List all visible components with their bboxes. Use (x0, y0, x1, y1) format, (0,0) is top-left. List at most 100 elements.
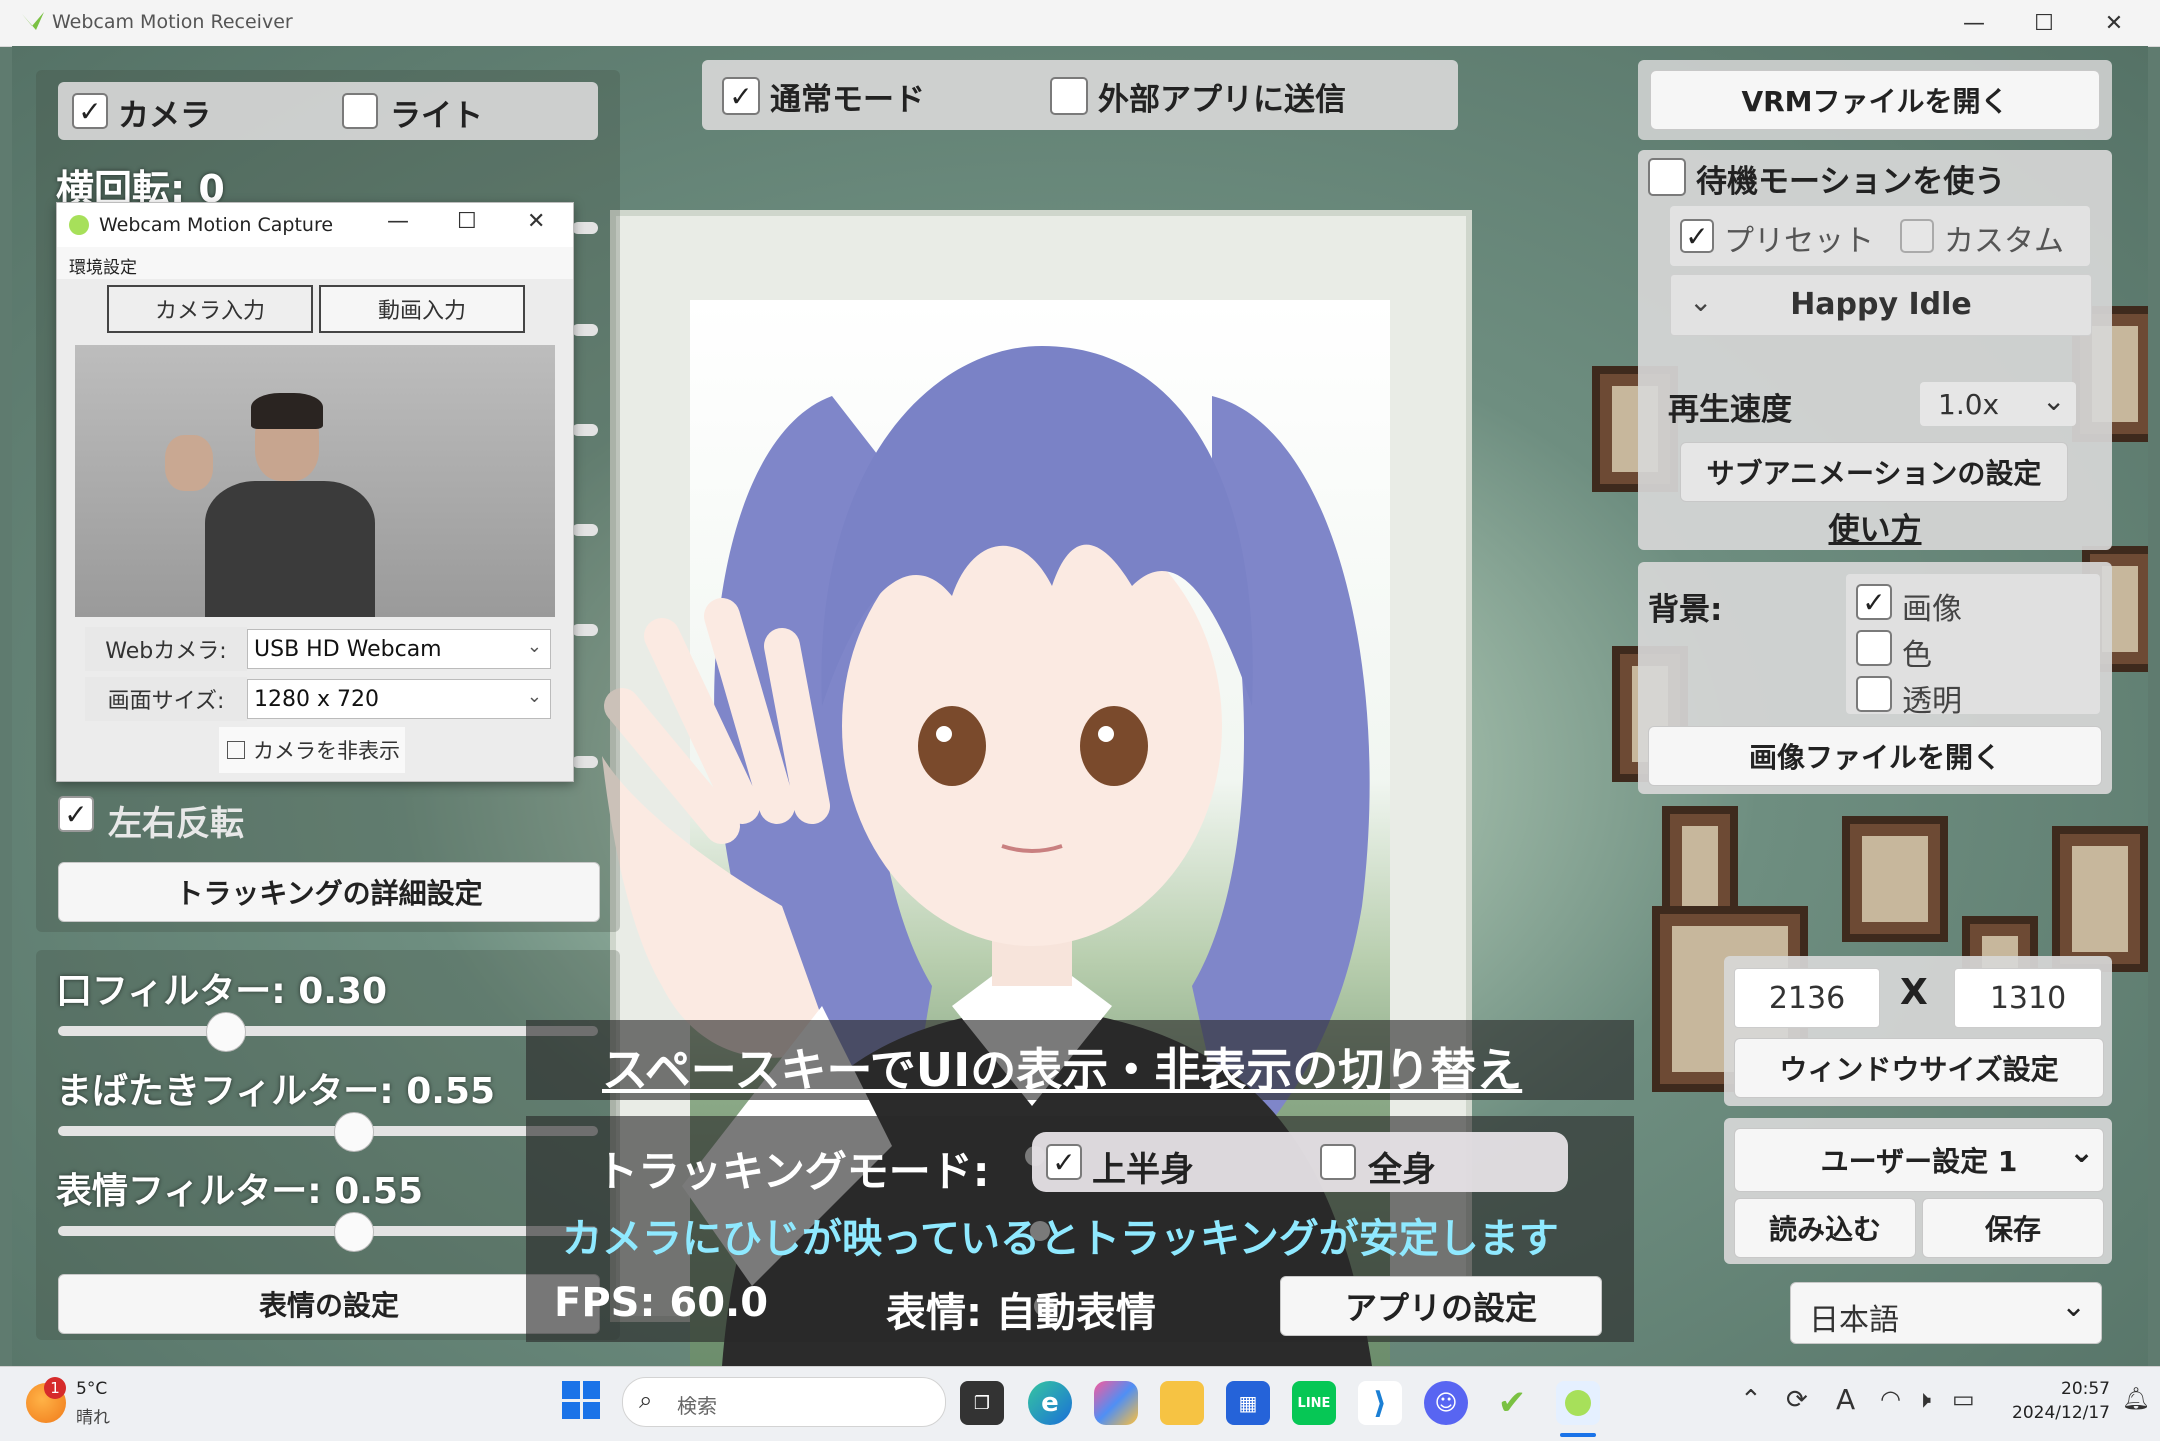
full-body-checkbox[interactable] (1320, 1144, 1356, 1180)
title-bar: Webcam Motion Receiver — ☐ ✕ (0, 0, 2160, 47)
chevron-down-icon: ⌄ (2069, 1135, 2095, 1170)
light-label: ライト (390, 98, 483, 134)
clock-date[interactable]: 2024/12/17 (2000, 1403, 2110, 1423)
clock-time[interactable]: 20:57 (2010, 1379, 2110, 1399)
mouth-filter-knob[interactable] (206, 1012, 246, 1052)
screen-size-select[interactable]: 1280 x 720 ⌄ (247, 679, 551, 719)
capture-minimize-button[interactable]: — (387, 209, 409, 234)
tracking-overlay: トラッキングモード: ✓ 上半身 全身 カメラにひじが映っているとトラッキングが… (526, 1116, 1634, 1342)
webcam-capture-window: Webcam Motion Capture — ☐ ✕ 環境設定 カメラ入力 動… (56, 202, 574, 782)
mouth-filter-slider[interactable] (58, 1026, 598, 1036)
task-view-icon[interactable]: ❐ (960, 1381, 1004, 1425)
motion-select[interactable]: ⌄ Happy Idle (1670, 274, 2092, 336)
hide-camera-checkbox[interactable] (227, 741, 245, 759)
store-icon[interactable]: ▦ (1226, 1381, 1270, 1425)
bg-image-checkbox[interactable]: ✓ (1856, 584, 1892, 620)
webcam-motion-capture-icon[interactable] (1556, 1381, 1600, 1425)
camera-checkbox[interactable]: ✓ (72, 93, 108, 129)
capture-maximize-button[interactable]: ☐ (457, 209, 477, 234)
idle-motion-label: 待機モーションを使う (1696, 164, 2006, 200)
capture-titlebar: Webcam Motion Capture — ☐ ✕ (57, 203, 573, 247)
idle-motion-panel: 待機モーションを使う ✓ プリセット カスタム ⌄ Happy Idle 再生速… (1638, 150, 2112, 550)
webcam-select[interactable]: USB HD Webcam ⌄ (247, 629, 551, 669)
chevron-up-icon[interactable]: ⌃ (1740, 1385, 1762, 1415)
mode-panel: ✓ 通常モード 外部アプリに送信 (702, 60, 1458, 130)
camera-label: カメラ (118, 98, 211, 134)
send-external-label: 外部アプリに送信 (1098, 82, 1346, 118)
window-title: Webcam Motion Receiver (52, 11, 293, 33)
hide-camera-option[interactable]: カメラを非表示 (219, 727, 405, 773)
blink-filter-label: まばたきフィルター: 0.55 (56, 1071, 496, 1112)
vscode-icon[interactable]: ⟩ (1358, 1381, 1402, 1425)
open-vrm-button[interactable]: VRMファイルを開く (1650, 70, 2100, 130)
custom-checkbox[interactable] (1900, 219, 1934, 253)
width-input[interactable]: 2136 (1734, 968, 1880, 1028)
blink-filter-knob[interactable] (334, 1112, 374, 1152)
sync-icon[interactable]: ⟳ (1786, 1385, 1808, 1415)
windows-start-icon[interactable] (562, 1381, 600, 1419)
preset-label: プリセット (1724, 224, 1874, 259)
discord-icon[interactable]: ☺ (1424, 1381, 1468, 1425)
wall-picture (1842, 816, 1948, 942)
tab-video-input[interactable]: 動画入力 (319, 285, 525, 333)
mirror-checkbox[interactable]: ✓ (58, 796, 94, 832)
preset-custom-row: ✓ プリセット カスタム (1670, 206, 2090, 266)
language-value: 日本語 (1809, 1303, 1899, 1338)
close-button[interactable]: ✕ (2080, 0, 2148, 46)
capture-close-button[interactable]: ✕ (527, 209, 545, 234)
idle-motion-checkbox[interactable] (1648, 158, 1686, 196)
webcam-motion-receiver-icon[interactable]: ✔ (1490, 1381, 1534, 1425)
bg-color-checkbox[interactable] (1856, 630, 1892, 666)
fps-label: FPS: 60.0 (554, 1280, 769, 1326)
window-size-button[interactable]: ウィンドウサイズ設定 (1734, 1038, 2104, 1098)
edge-browser-icon[interactable]: e (1028, 1381, 1072, 1425)
slider-stub (572, 624, 598, 636)
copilot-icon[interactable] (1094, 1381, 1138, 1425)
file-explorer-icon[interactable] (1160, 1381, 1204, 1425)
save-button[interactable]: 保存 (1922, 1198, 2104, 1258)
normal-mode-checkbox[interactable]: ✓ (722, 77, 760, 115)
speed-select[interactable]: 1.0x ⌄ (1920, 382, 2076, 426)
background-options: ✓ 画像 色 透明 (1846, 574, 2100, 719)
blink-filter-slider[interactable] (58, 1126, 598, 1136)
maximize-button[interactable]: ☐ (2010, 0, 2078, 46)
user-settings-panel: ユーザー設定 1 ⌄ 読み込む 保存 (1724, 1118, 2112, 1264)
user-setting-value: ユーザー設定 1 (1820, 1145, 2018, 1178)
height-input[interactable]: 1310 (1954, 968, 2102, 1028)
light-checkbox[interactable] (342, 93, 378, 129)
expression-filter-knob[interactable] (334, 1212, 374, 1252)
ime-indicator[interactable]: A (1836, 1383, 1855, 1416)
load-button[interactable]: 読み込む (1734, 1198, 1916, 1258)
send-external-checkbox[interactable] (1050, 77, 1088, 115)
tracking-mode-label: トラッキングモード: (596, 1147, 990, 1196)
tracking-detail-button[interactable]: トラッキングの詳細設定 (58, 862, 600, 922)
expression-settings-button[interactable]: 表情の設定 (58, 1274, 600, 1334)
bg-transparent-label: 透明 (1902, 684, 1962, 719)
howto-link[interactable]: 使い方 (1638, 504, 2112, 549)
slider-stub (572, 222, 598, 234)
preset-checkbox[interactable]: ✓ (1680, 219, 1714, 253)
expression-filter-slider[interactable] (58, 1226, 598, 1236)
upper-body-checkbox[interactable]: ✓ (1046, 1144, 1082, 1180)
capture-menu-settings[interactable]: 環境設定 (69, 253, 137, 278)
tab-camera-input[interactable]: カメラ入力 (107, 285, 313, 333)
bg-color-label: 色 (1902, 638, 1932, 673)
bg-transparent-checkbox[interactable] (1856, 676, 1892, 712)
sub-animation-button[interactable]: サブアニメーションの設定 (1680, 442, 2068, 502)
line-app-icon[interactable]: LINE (1292, 1381, 1336, 1425)
volume-muted-icon[interactable]: 🕨 (1916, 1385, 1931, 1413)
user-setting-select[interactable]: ユーザー設定 1 ⌄ (1734, 1128, 2104, 1192)
search-box[interactable]: ⌕ 検索 (622, 1377, 946, 1427)
slider-stub (572, 524, 598, 536)
open-image-button[interactable]: 画像ファイルを開く (1648, 726, 2102, 786)
battery-icon[interactable]: ▭ (1952, 1385, 1975, 1413)
space-hint: スペースキーでUIの表示・非表示の切り替え (602, 1043, 1523, 1097)
minimize-button[interactable]: — (1940, 0, 2008, 46)
full-body-label: 全身 (1368, 1150, 1436, 1190)
app-settings-button[interactable]: アプリの設定 (1280, 1276, 1602, 1336)
notification-bell-icon[interactable]: 🔔︎ (2122, 1387, 2150, 1412)
wifi-icon[interactable]: ◠ (1880, 1385, 1901, 1413)
language-select[interactable]: 日本語 ⌄ (1790, 1282, 2102, 1344)
expression-status: 表情: 自動表情 (886, 1290, 1156, 1336)
person-hand (165, 435, 213, 491)
